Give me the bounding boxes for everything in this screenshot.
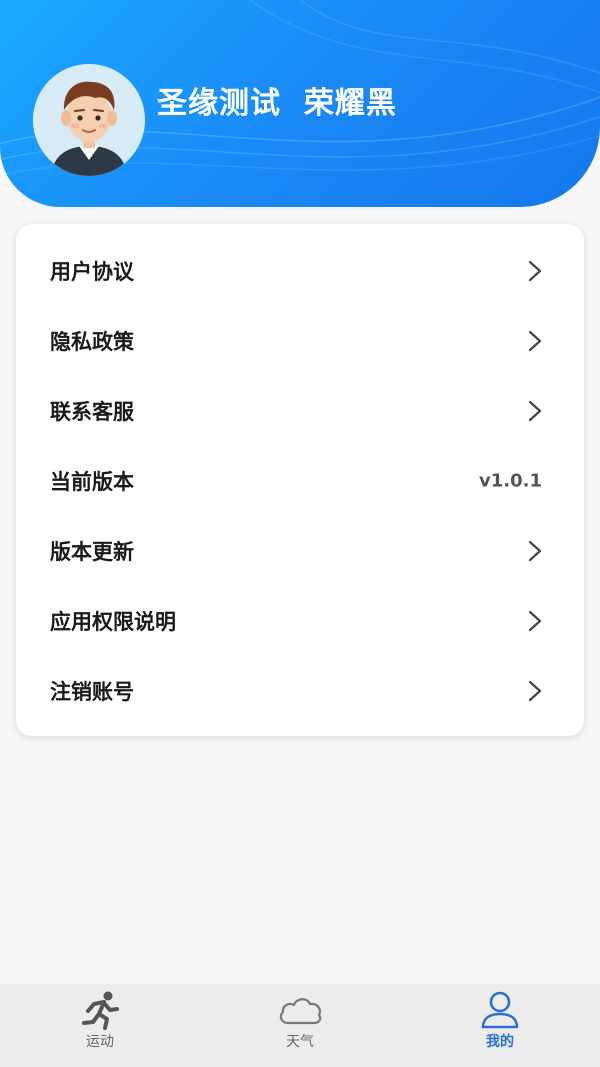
cloud-icon: [279, 998, 322, 1025]
tab-label: 运动: [86, 1034, 114, 1050]
chevron-right-icon: [528, 400, 542, 422]
menu-item-version-update[interactable]: 版本更新: [16, 516, 584, 586]
menu-item-delete-account[interactable]: 注销账号: [16, 656, 584, 726]
user-icon: [481, 991, 519, 1029]
menu-item-label: 隐私政策: [50, 330, 134, 354]
chevron-right-icon: [528, 330, 542, 352]
tab-label: 我的: [486, 1034, 514, 1050]
tab-label: 天气: [286, 1034, 314, 1050]
menu-item-label: 当前版本: [50, 470, 134, 494]
menu-item-label: 注销账号: [50, 680, 134, 704]
menu-item-user-agreement[interactable]: 用户协议: [16, 236, 584, 306]
settings-menu-card: 用户协议 隐私政策 联系客服 当前版本 v1.0.1 版本更新 应用权限说明 注…: [16, 224, 584, 736]
menu-item-label: 用户协议: [50, 260, 134, 284]
avatar[interactable]: [33, 64, 145, 176]
avatar-illustration-icon: [33, 64, 145, 176]
tab-sport[interactable]: 运动: [0, 984, 200, 1067]
menu-item-label: 应用权限说明: [50, 610, 176, 634]
chevron-right-icon: [528, 610, 542, 632]
profile-header: 圣缘测试 荣耀黑: [0, 0, 600, 207]
bottom-tab-bar: 运动 天气 我的: [0, 984, 600, 1067]
tab-weather[interactable]: 天气: [200, 984, 400, 1067]
version-value: v1.0.1: [479, 470, 542, 492]
chevron-right-icon: [528, 680, 542, 702]
chevron-right-icon: [528, 260, 542, 282]
menu-item-current-version: 当前版本 v1.0.1: [16, 446, 584, 516]
username: 圣缘测试 荣耀黑: [157, 86, 397, 121]
menu-item-app-permissions[interactable]: 应用权限说明: [16, 586, 584, 656]
tab-mine[interactable]: 我的: [400, 984, 600, 1067]
chevron-right-icon: [528, 540, 542, 562]
running-icon: [82, 991, 119, 1030]
menu-item-contact-support[interactable]: 联系客服: [16, 376, 584, 446]
menu-item-label: 版本更新: [50, 540, 134, 564]
menu-item-label: 联系客服: [50, 400, 134, 424]
menu-item-privacy-policy[interactable]: 隐私政策: [16, 306, 584, 376]
